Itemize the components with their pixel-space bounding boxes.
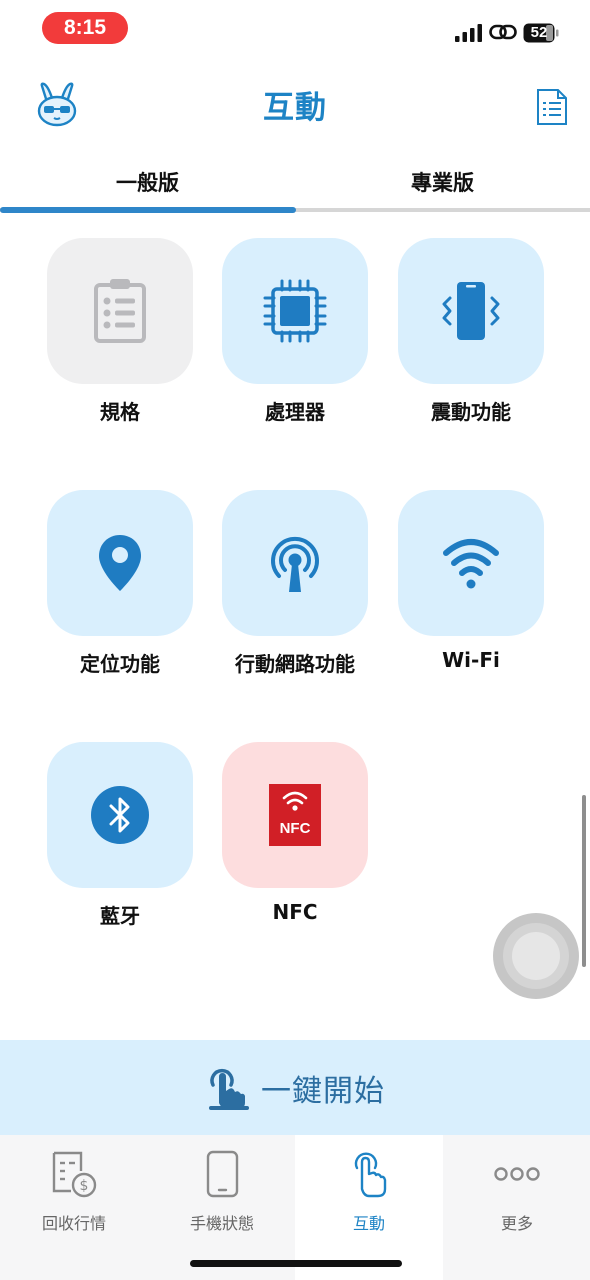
status-bar: 8:15 52: [0, 0, 590, 58]
one-key-start-label: 一鍵開始: [261, 1073, 385, 1109]
nav-item-phone-status[interactable]: 手機狀態: [148, 1135, 296, 1280]
page-title: 互動: [263, 90, 327, 126]
bottom-nav: $ 回收行情 手機狀態 互動 更多: [0, 1135, 590, 1280]
feature-processor[interactable]: 處理器: [210, 238, 380, 425]
feature-label: 震動功能: [431, 400, 511, 424]
tap-hand-icon: [209, 1068, 249, 1110]
battery-level: 52: [530, 24, 548, 41]
vibrating-phone-icon: [442, 282, 500, 340]
more-dots-icon: [494, 1167, 540, 1181]
nav-label: 互動: [352, 1214, 385, 1233]
location-pin-icon: [99, 535, 141, 591]
feature-label: 藍牙: [100, 904, 140, 928]
status-time: 8:15: [42, 12, 128, 44]
tap-hand-icon: [354, 1152, 387, 1198]
feature-location[interactable]: 定位功能: [35, 490, 205, 677]
svg-text:$: $: [80, 1178, 89, 1194]
feature-label: Wi-Fi: [442, 648, 500, 672]
assistive-touch-button[interactable]: [493, 913, 579, 999]
feature-spec-tile[interactable]: [47, 238, 193, 384]
nav-item-recycle-prices[interactable]: $ 回收行情: [0, 1135, 148, 1280]
one-key-start-button[interactable]: 一鍵開始: [0, 1040, 590, 1135]
feature-label: 行動網路功能: [235, 652, 355, 676]
feature-nfc[interactable]: NFC NFC: [210, 742, 380, 924]
feature-spec[interactable]: 規格: [35, 238, 205, 425]
price-list-icon: $: [52, 1151, 97, 1198]
feature-label: NFC: [272, 900, 318, 924]
nav-item-more[interactable]: 更多: [443, 1135, 590, 1280]
bluetooth-icon: [91, 786, 149, 844]
feature-wifi[interactable]: Wi-Fi: [386, 490, 556, 672]
feature-bluetooth-tile[interactable]: [47, 742, 193, 888]
nav-item-interaction[interactable]: 互動: [295, 1135, 443, 1280]
clipboard-list-icon: [94, 279, 146, 343]
phone-icon: [206, 1150, 239, 1198]
edition-tabs: 一般版 專業版: [0, 155, 590, 215]
feature-nfc-tile[interactable]: NFC: [222, 742, 368, 888]
feature-location-tile[interactable]: [47, 490, 193, 636]
feature-label: 規格: [100, 400, 140, 424]
feature-wifi-tile[interactable]: [398, 490, 544, 636]
battery-icon: 52: [523, 23, 559, 43]
feature-cellular-tile[interactable]: [222, 490, 368, 636]
nfc-icon: NFC: [269, 784, 321, 846]
nav-label: 回收行情: [41, 1214, 106, 1233]
nav-label: 更多: [500, 1214, 533, 1233]
scrollbar[interactable]: [582, 795, 586, 967]
home-indicator[interactable]: [190, 1260, 402, 1267]
feature-label: 定位功能: [80, 652, 160, 676]
feature-cellular[interactable]: 行動網路功能: [210, 490, 380, 677]
header: 互動: [0, 70, 590, 140]
link-icon: [489, 24, 517, 40]
cpu-chip-icon: [263, 279, 327, 343]
feature-vibration[interactable]: 震動功能: [386, 238, 556, 425]
nav-label: 手機狀態: [189, 1214, 254, 1233]
wifi-icon: [443, 539, 499, 589]
tab-indicator: [0, 207, 296, 213]
tab-pro[interactable]: 專業版: [295, 167, 590, 197]
cellular-signal-icon: [455, 24, 482, 42]
feature-bluetooth[interactable]: 藍牙: [35, 742, 205, 929]
document-list-icon[interactable]: [536, 88, 568, 126]
feature-processor-tile[interactable]: [222, 238, 368, 384]
feature-label: 處理器: [265, 400, 325, 424]
tab-basic[interactable]: 一般版: [0, 167, 295, 197]
nfc-icon-text: NFC: [279, 820, 311, 837]
cellular-antenna-icon: [271, 536, 319, 592]
feature-vibration-tile[interactable]: [398, 238, 544, 384]
